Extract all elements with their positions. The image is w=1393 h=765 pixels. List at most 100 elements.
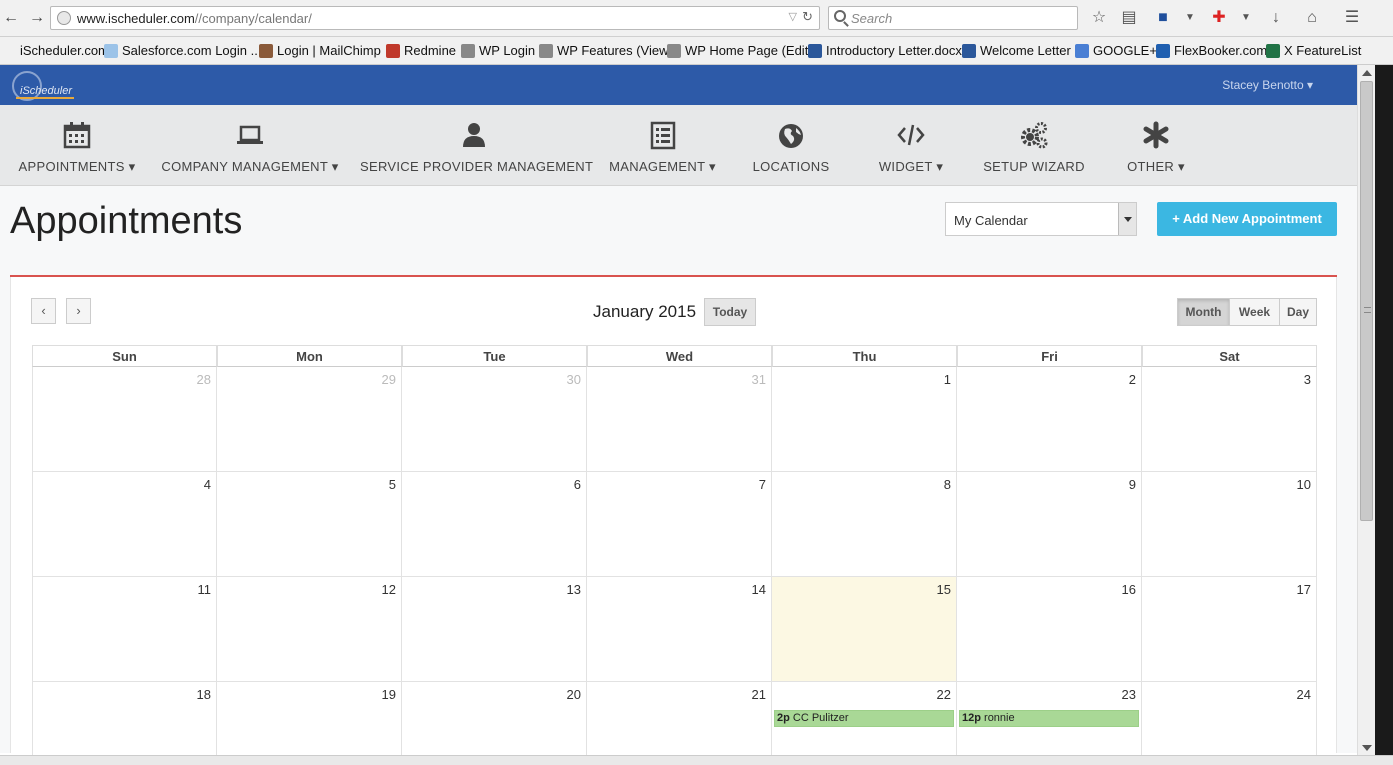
bookmark-item[interactable]: Welcome Letter [962,43,1071,58]
day-number: 22 [936,687,951,702]
day-number: 8 [943,477,951,492]
day-cell[interactable]: 8 [772,472,957,577]
nav-setup-wizard[interactable]: SETUP WIZARD [979,105,1089,186]
scroll-up-icon[interactable] [1362,70,1372,76]
day-cell[interactable]: 20 [402,682,587,765]
url-dropdown-icon[interactable]: ▽ [789,10,797,23]
menu-icon[interactable]: ☰ [1342,7,1362,29]
day-cell[interactable]: 10 [1142,472,1317,577]
gears-icon [1021,122,1048,149]
nav-company-management[interactable]: COMPANY MANAGEMENT ▾ [160,105,340,186]
reading-list-icon[interactable]: ▤ [1119,7,1139,29]
add-new-appointment-button[interactable]: + Add New Appointment [1157,202,1337,236]
weekday-header: Wed [587,345,772,367]
day-number: 13 [566,582,581,597]
day-cell-today[interactable]: 15 [772,577,957,682]
appointment-event[interactable]: 2p CC Pulitzer [774,710,954,727]
back-icon[interactable]: ← [0,6,22,30]
day-cell[interactable]: 17 [1142,577,1317,682]
day-cell[interactable]: 28 [32,367,217,472]
nav-management[interactable]: MANAGEMENT ▾ [605,105,720,186]
day-cell[interactable]: 30 [402,367,587,472]
bookmark-item[interactable]: WP Login [461,43,535,58]
day-cell[interactable]: 5 [217,472,402,577]
browser-toolbar: ← → www.ischeduler.com//company/calendar… [0,0,1393,37]
bookmark-item[interactable]: X FeatureList [1266,43,1361,58]
day-cell[interactable]: 18 [32,682,217,765]
bookmark-item[interactable]: WP Features (View) [539,43,673,58]
day-cell[interactable]: 23 12p ronnie [957,682,1142,765]
calendar-select[interactable]: My Calendar [945,202,1137,236]
reload-icon[interactable]: ↻ [802,9,813,25]
nav-service-provider-management[interactable]: SERVICE PROVIDER MANAGEMENT [360,105,593,186]
bookmark-item[interactable]: Salesforce.com Login ... [104,43,261,58]
bookmark-item[interactable]: GOOGLE+ [1075,43,1157,58]
day-cell[interactable]: 14 [587,577,772,682]
save-icon[interactable]: ■ [1153,7,1173,29]
ischeduler-logo[interactable]: iScheduler [12,69,76,101]
day-number: 11 [197,582,212,597]
forward-icon[interactable]: → [26,6,48,30]
gauge-icon [461,43,475,58]
day-cell[interactable]: 19 [217,682,402,765]
prev-month-button[interactable]: ‹ [31,298,56,324]
day-cell[interactable]: 4 [32,472,217,577]
day-cell[interactable]: 6 [402,472,587,577]
app-header: iScheduler Stacey Benotto ▾ [0,65,1357,105]
page-content: Appointments My Calendar + Add New Appoi… [0,186,1357,765]
bookmark-item[interactable]: FlexBooker.com [1156,43,1267,58]
logo-text: iScheduler [20,85,72,97]
download-icon[interactable]: ↓ [1266,7,1286,29]
view-week-button[interactable]: Week [1229,298,1280,326]
nav-other[interactable]: OTHER ▾ [1112,105,1200,186]
nav-locations[interactable]: LOCATIONS [745,105,837,186]
appointment-event[interactable]: 12p ronnie [959,710,1139,727]
day-cell[interactable]: 12 [217,577,402,682]
day-cell[interactable]: 11 [32,577,217,682]
view-day-button[interactable]: Day [1279,298,1317,326]
bookmark-item[interactable]: Login | MailChimp [259,43,381,58]
day-cell[interactable]: 16 [957,577,1142,682]
addon-dropdown-icon[interactable]: ▼ [1236,7,1256,29]
home-icon[interactable]: ⌂ [1302,7,1322,29]
laptop-icon [237,125,263,144]
day-cell[interactable]: 29 [217,367,402,472]
save-dropdown-icon[interactable]: ▼ [1180,7,1200,29]
day-number: 31 [751,372,766,387]
day-number: 10 [1296,477,1311,492]
bookmarks-bar: iScheduler.com Salesforce.com Login ... Lo… [0,37,1393,65]
nav-label-widget: WIDGET ▾ [878,159,944,174]
day-cell[interactable]: 3 [1142,367,1317,472]
day-cell[interactable]: 9 [957,472,1142,577]
day-cell[interactable]: 22 2p CC Pulitzer [772,682,957,765]
chevron-down-icon[interactable] [1118,203,1136,235]
scroll-thumb[interactable] [1360,81,1373,521]
bookmark-item[interactable]: iScheduler.com [2,43,109,58]
gauge-icon [667,43,681,58]
bookmark-item[interactable]: WP Home Page (Edit) [667,43,813,58]
day-cell[interactable]: 2 [957,367,1142,472]
today-button[interactable]: Today [704,298,756,326]
day-number: 2 [1128,372,1136,387]
address-bar[interactable]: www.ischeduler.com//company/calendar/ ▽ … [50,6,820,30]
addon-icon[interactable]: ✚ [1209,7,1229,29]
calendar-icon [63,122,91,149]
nav-appointments[interactable]: APPOINTMENTS ▾ [12,105,142,186]
day-cell[interactable]: 13 [402,577,587,682]
user-menu[interactable]: Stacey Benotto ▾ [1222,78,1313,92]
bookmark-star-icon[interactable]: ☆ [1089,7,1109,29]
scroll-down-icon[interactable] [1362,745,1372,751]
asterisk-icon [1143,121,1169,149]
view-month-button[interactable]: Month [1177,298,1230,326]
day-cell[interactable]: 31 [587,367,772,472]
day-cell[interactable]: 21 [587,682,772,765]
browser-search-input[interactable]: Search [828,6,1078,30]
next-month-button[interactable]: › [66,298,91,324]
page-scrollbar[interactable] [1357,65,1375,755]
bookmark-item[interactable]: Introductory Letter.docx [808,43,962,58]
bookmark-item[interactable]: Redmine [386,43,456,58]
nav-widget[interactable]: WIDGET ▾ [866,105,956,186]
day-cell[interactable]: 7 [587,472,772,577]
day-cell[interactable]: 24 [1142,682,1317,765]
day-cell[interactable]: 1 [772,367,957,472]
